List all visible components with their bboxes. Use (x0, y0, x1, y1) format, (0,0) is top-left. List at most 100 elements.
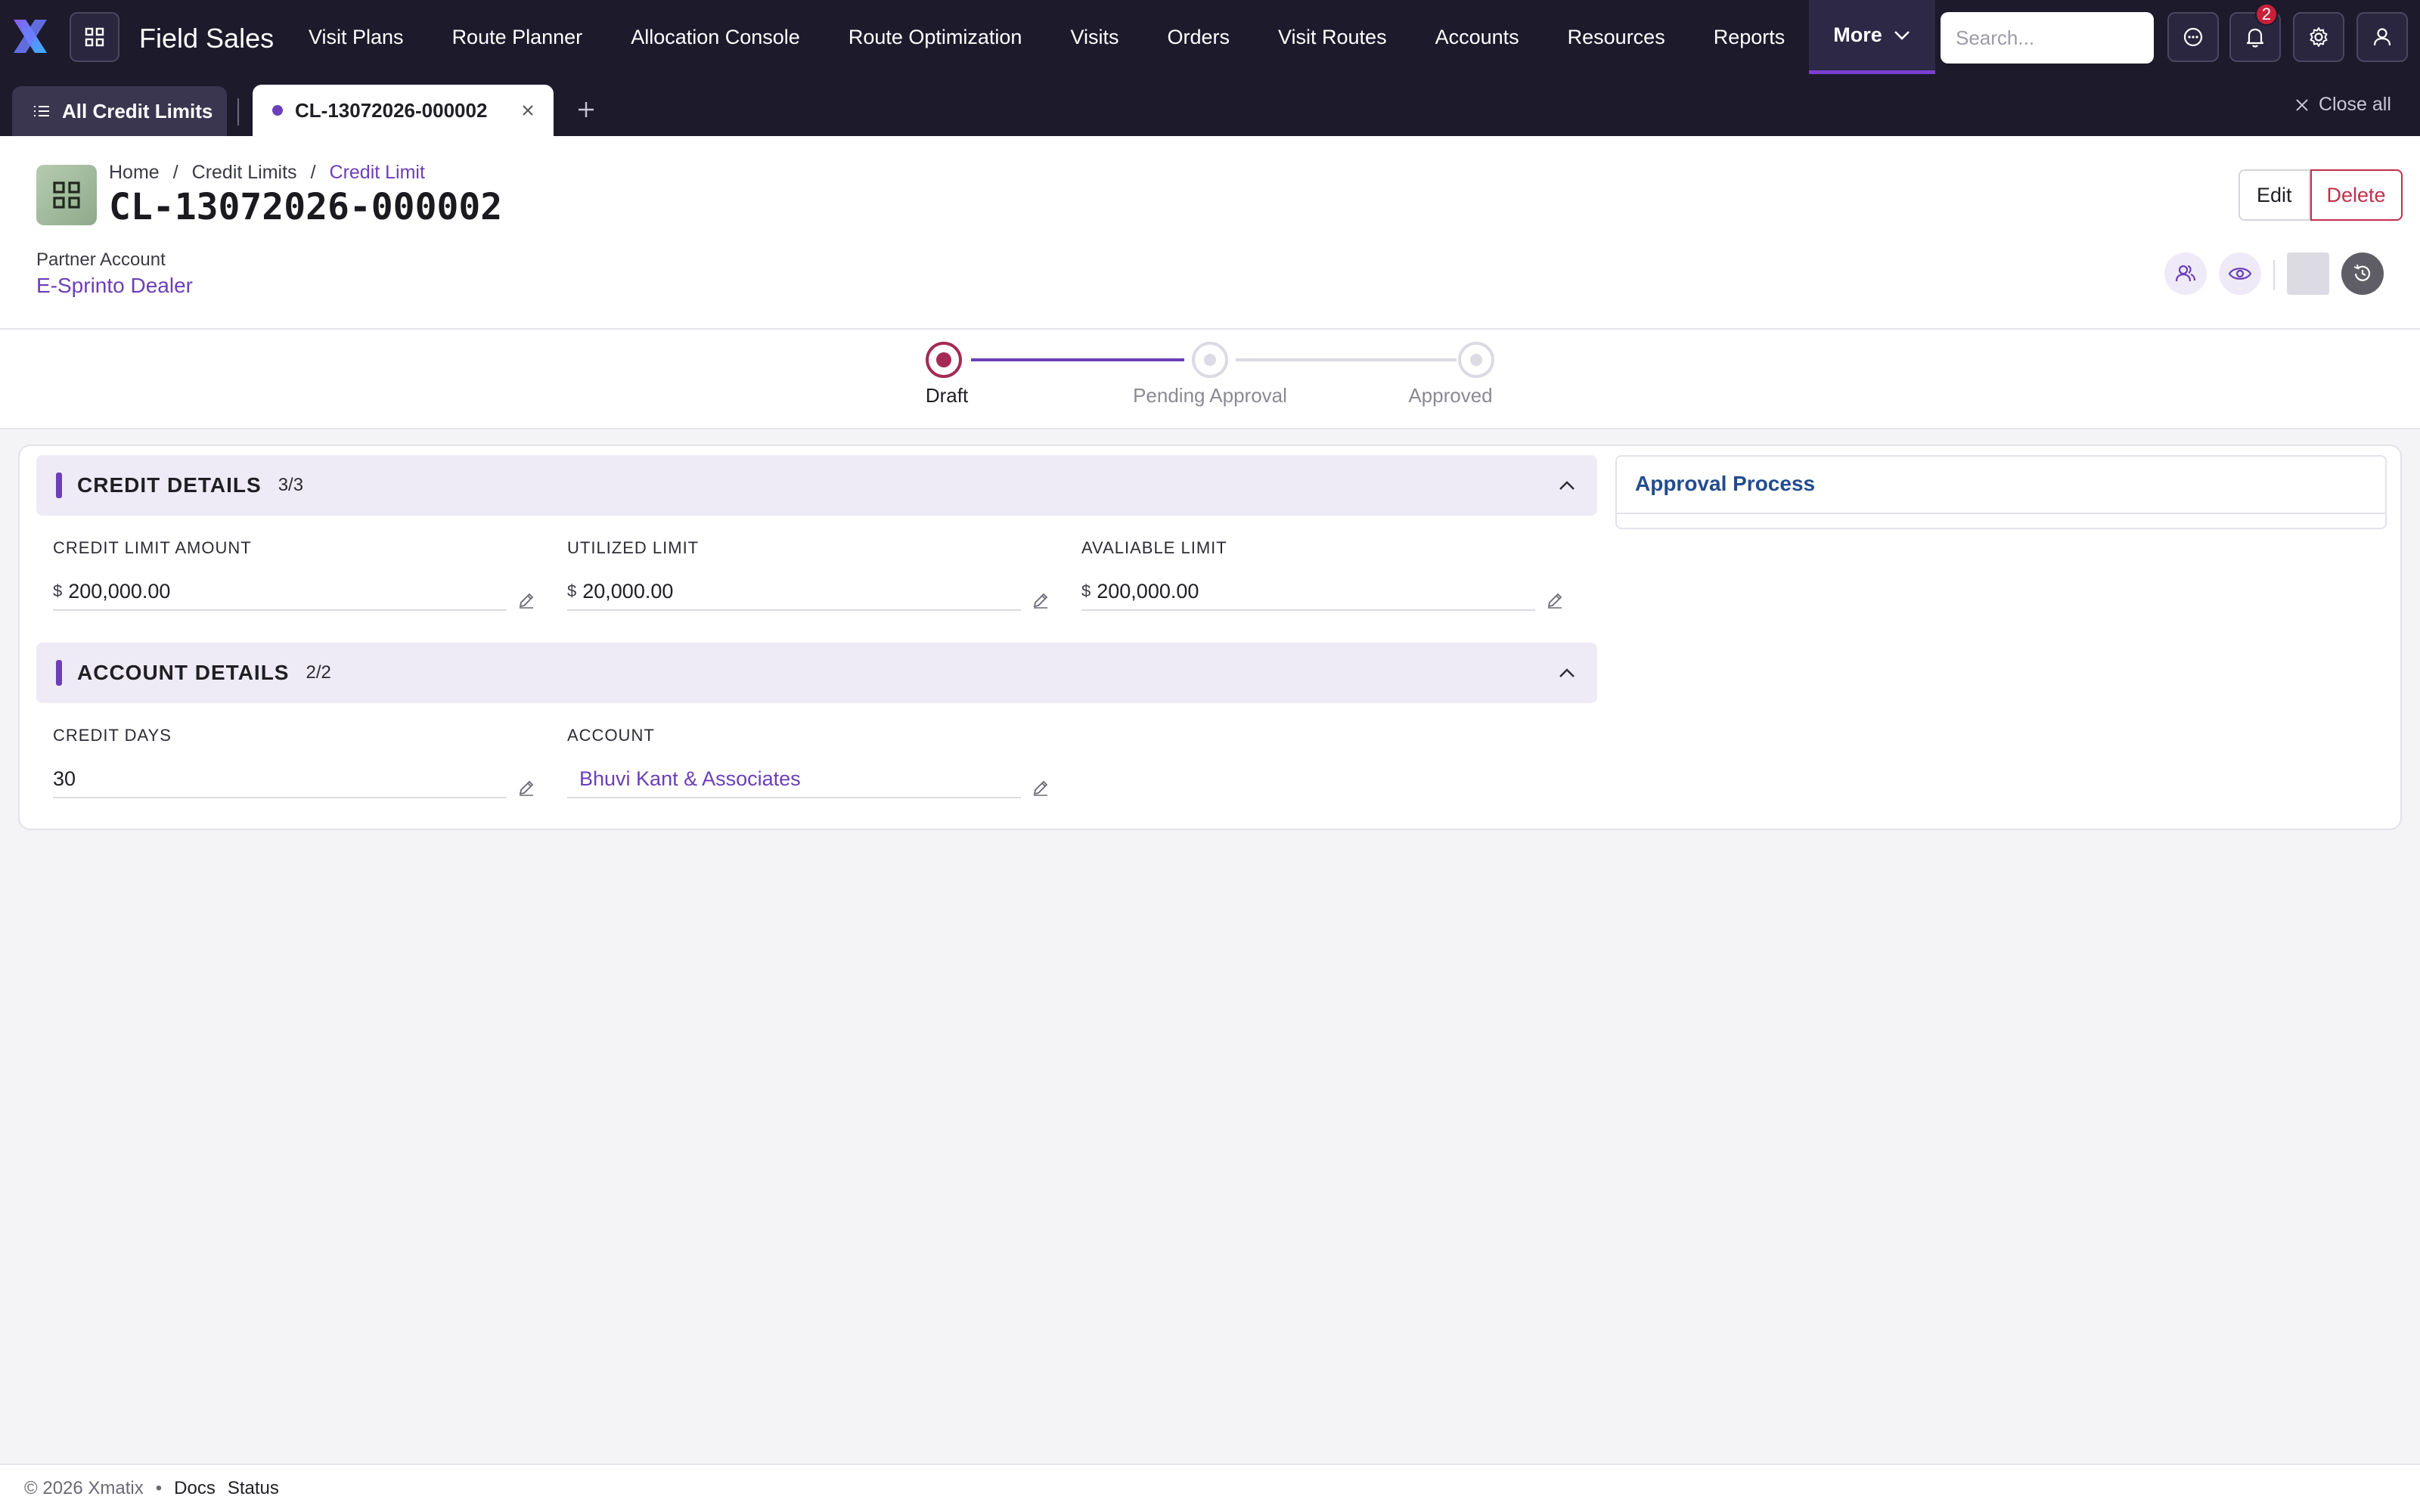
placeholder-thumbnail[interactable] (2287, 253, 2329, 295)
list-icon (34, 106, 49, 116)
step-draft-label: Draft (925, 384, 969, 407)
nav-route-optimization[interactable]: Route Optimization (824, 0, 1047, 74)
credit-limit-amount-field: CREDIT LIMIT AMOUNT $ 200,000.00 (53, 538, 537, 611)
chat-bubble-icon (2183, 27, 2203, 47)
footer-docs-link[interactable]: Docs (174, 1478, 216, 1499)
credit-days-value[interactable]: 30 (53, 761, 507, 798)
close-icon (2296, 98, 2308, 111)
pencil-icon[interactable] (1032, 779, 1050, 797)
notifications-button[interactable]: 2 (2229, 3, 2281, 62)
step-pending-approval-label: Pending Approval (1133, 384, 1287, 407)
field-value: 200,000.00 (68, 579, 171, 603)
app-launcher-button[interactable] (70, 12, 119, 62)
pencil-icon[interactable] (1032, 591, 1050, 609)
copyright-text: © 2026 Xmatix (24, 1478, 144, 1498)
account-link[interactable]: Bhuvi Kant & Associates (567, 767, 801, 791)
field-label: ACCOUNT (567, 726, 655, 745)
partner-account-link[interactable]: E-Sprinto Dealer (36, 274, 193, 298)
utilized-limit-value[interactable]: $ 20,000.00 (567, 573, 1021, 611)
pencil-icon[interactable] (1546, 591, 1564, 609)
field-label: CREDIT LIMIT AMOUNT (53, 538, 252, 557)
pencil-icon[interactable] (517, 779, 535, 797)
step-connector-complete (971, 358, 1184, 361)
page-title: CL-13072026-000002 (109, 186, 503, 228)
pencil-icon[interactable] (517, 591, 535, 609)
step-approved-node[interactable] (1458, 342, 1494, 378)
add-tab-icon[interactable] (575, 98, 597, 121)
approval-process-title[interactable]: Approval Process (1635, 472, 1815, 496)
tab-all-label: All Credit Limits (62, 99, 213, 122)
grid-icon (53, 181, 80, 209)
user-profile-button[interactable] (2356, 12, 2408, 62)
nav-allocation-console[interactable]: Allocation Console (607, 0, 824, 74)
breadcrumb-home[interactable]: Home (109, 162, 160, 184)
nav-more-menu[interactable]: More (1809, 0, 1935, 74)
close-all-tabs-button[interactable]: Close all (2294, 94, 2391, 116)
followers-button[interactable] (2164, 253, 2207, 295)
available-limit-value[interactable]: $ 200,000.00 (1081, 573, 1535, 611)
nav-accounts[interactable]: Accounts (1411, 0, 1544, 74)
tab-active-label: CL-13072026-000002 (295, 98, 488, 122)
nav-route-planner[interactable]: Route Planner (428, 0, 607, 74)
breadcrumb-credit-limits[interactable]: Credit Limits (192, 162, 297, 184)
account-details-section-header[interactable]: ACCOUNT DETAILS 2/2 (36, 643, 1597, 703)
nav-visits[interactable]: Visits (1046, 0, 1143, 74)
approval-process-panel: Approval Process (1615, 455, 2387, 529)
nav-resources[interactable]: Resources (1544, 0, 1689, 74)
tab-all-credit-limits[interactable]: All Credit Limits (12, 86, 227, 136)
divider (1617, 513, 2385, 514)
top-navigation-bar: Field Sales Visit Plans Route Planner Al… (0, 0, 2420, 74)
global-search (1941, 12, 2154, 64)
section-count: 2/2 (306, 662, 331, 683)
field-label: UTILIZED LIMIT (567, 538, 700, 557)
section-title: CREDIT DETAILS (77, 473, 262, 497)
chevron-down-icon (1894, 30, 1910, 40)
currency-symbol: $ (53, 581, 63, 600)
watch-button[interactable] (2219, 253, 2261, 295)
record-actions: Edit Delete (2238, 169, 2403, 221)
nav-more-label: More (1833, 23, 1882, 46)
chevron-up-icon[interactable] (1558, 667, 1576, 679)
tab-active-record[interactable]: CL-13072026-000002 (253, 85, 554, 136)
breadcrumb-separator: / (310, 162, 316, 183)
step-inactive-dot (1470, 354, 1482, 366)
eye-icon (2228, 268, 2252, 280)
chevron-up-icon[interactable] (1558, 479, 1576, 491)
nav-reports[interactable]: Reports (1689, 0, 1810, 74)
breadcrumb-current: Credit Limit (329, 162, 425, 183)
chat-button[interactable] (2167, 12, 2219, 62)
tab-divider (237, 98, 239, 125)
step-pending-approval-node[interactable] (1192, 342, 1228, 378)
grid-icon (85, 27, 104, 47)
history-clock-icon (2353, 264, 2371, 281)
user-icon (2373, 28, 2391, 46)
notification-count-badge: 2 (2255, 3, 2278, 26)
nav-orders[interactable]: Orders (1143, 0, 1254, 74)
field-value: 200,000.00 (1097, 579, 1199, 603)
main-nav: Visit Plans Route Planner Allocation Con… (284, 0, 1935, 74)
footer-bullet: • (155, 1478, 163, 1498)
credit-details-section-header[interactable]: CREDIT DETAILS 3/3 (36, 455, 1597, 516)
history-button[interactable] (2341, 253, 2384, 295)
edit-button[interactable]: Edit (2238, 169, 2310, 221)
footer-status-link[interactable]: Status (228, 1478, 279, 1499)
step-draft-node[interactable] (926, 342, 962, 378)
step-connector-pending (1236, 358, 1457, 361)
nav-visit-plans[interactable]: Visit Plans (284, 0, 428, 74)
page-footer: © 2026 Xmatix • Docs Status (0, 1464, 2420, 1512)
field-value: 20,000.00 (582, 579, 674, 603)
x-logo-icon[interactable] (9, 15, 51, 57)
nav-visit-routes[interactable]: Visit Routes (1254, 0, 1411, 74)
search-input[interactable] (1941, 12, 2154, 64)
settings-button[interactable] (2293, 12, 2344, 62)
step-active-dot (936, 352, 951, 367)
field-value: 30 (53, 767, 76, 790)
unsaved-dot-icon (272, 105, 283, 116)
close-icon[interactable] (520, 103, 535, 118)
record-header: Home / Credit Limits / Credit Limit CL-1… (0, 136, 2420, 330)
record-type-icon (36, 165, 97, 225)
delete-button[interactable]: Delete (2310, 169, 2403, 221)
partner-account-label: Partner Account (36, 249, 166, 270)
credit-limit-amount-value[interactable]: $ 200,000.00 (53, 573, 507, 611)
available-limit-field: AVALIABLE LIMIT $ 200,000.00 (1081, 538, 1565, 611)
